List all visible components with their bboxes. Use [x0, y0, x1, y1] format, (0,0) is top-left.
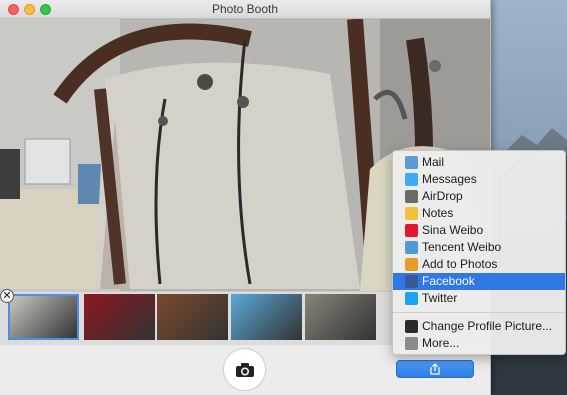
title-bar[interactable]: Photo Booth: [0, 0, 490, 19]
menu-item-messages[interactable]: Messages: [393, 171, 565, 188]
menu-item-label: Tencent Weibo: [422, 240, 502, 254]
take-photo-button[interactable]: [223, 348, 266, 391]
menu-separator: [393, 312, 565, 313]
menu-item-facebook[interactable]: Facebook: [393, 273, 565, 290]
messages-icon: [405, 173, 418, 186]
facebook-icon: [405, 275, 418, 288]
camera-icon: [235, 362, 254, 377]
menu-item-label: AirDrop: [422, 189, 463, 203]
thumb-brown[interactable]: [157, 294, 228, 340]
menu-item-label: Add to Photos: [422, 257, 498, 271]
share-button[interactable]: [396, 360, 474, 378]
notes-icon: [405, 207, 418, 220]
menu-item-label: Facebook: [422, 274, 475, 288]
share-menu: Mail Messages AirDrop Notes Sina Weibo Tencen…: [392, 150, 566, 355]
menu-item-label: Change Profile Picture...: [422, 319, 553, 333]
menu-item-label: Sina Weibo: [422, 223, 484, 237]
mail-icon: [405, 156, 418, 169]
twitter-icon: [405, 292, 418, 305]
menu-item-twitter[interactable]: Twitter: [393, 290, 565, 307]
thumb-hand[interactable]: [305, 294, 376, 340]
menu-item-label: More...: [422, 336, 460, 350]
remove-thumbnail-icon[interactable]: ✕: [0, 289, 14, 303]
photos-icon: [405, 258, 418, 271]
menu-item-label: Twitter: [422, 291, 458, 305]
share-icon: [430, 363, 440, 375]
menu-item-label: Messages: [422, 172, 477, 186]
sina-weibo-icon: [405, 224, 418, 237]
window-title: Photo Booth: [211, 2, 279, 16]
menu-item-label: Notes: [422, 206, 454, 220]
more-icon: [405, 337, 418, 350]
menu-item-tencent-weibo[interactable]: Tencent Weibo: [393, 239, 565, 256]
menu-item-mail[interactable]: Mail: [393, 154, 565, 171]
thumb-blue[interactable]: [231, 294, 302, 340]
menu-item-airdrop[interactable]: AirDrop: [393, 188, 565, 205]
airdrop-icon: [405, 190, 418, 203]
tencent-weibo-icon: [405, 241, 418, 254]
menu-item-photos[interactable]: Add to Photos: [393, 256, 565, 273]
menu-item-sina-weibo[interactable]: Sina Weibo: [393, 222, 565, 239]
person-icon: [405, 320, 418, 333]
thumb-red[interactable]: [84, 294, 155, 340]
thumb-bag[interactable]: [8, 294, 79, 340]
menu-item-label: Mail: [422, 155, 445, 169]
menu-item-more[interactable]: More...: [393, 335, 565, 352]
menu-item-person[interactable]: Change Profile Picture...: [393, 318, 565, 335]
menu-item-notes[interactable]: Notes: [393, 205, 565, 222]
